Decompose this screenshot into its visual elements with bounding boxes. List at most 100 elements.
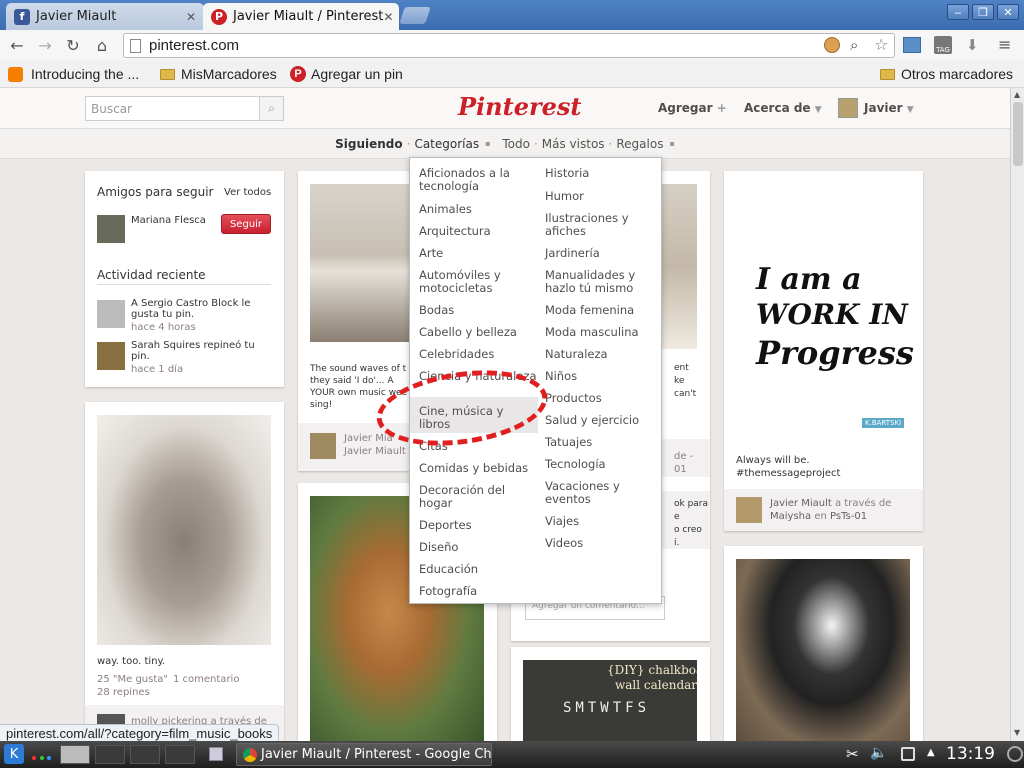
- category-item[interactable]: Celebridades: [419, 348, 537, 361]
- clock[interactable]: 13:19: [946, 744, 995, 764]
- category-item[interactable]: Tecnología: [545, 458, 663, 471]
- search-icon[interactable]: ⌕: [259, 96, 284, 121]
- category-item[interactable]: Arquitectura: [419, 225, 537, 238]
- category-item[interactable]: Diseño: [419, 541, 537, 554]
- pin-image[interactable]: I am a WORK IN Progress K.BARTSKI: [736, 184, 914, 456]
- search-input[interactable]: Buscar: [85, 96, 260, 121]
- nav-gifts[interactable]: Regalos: [616, 137, 663, 151]
- bookmark-introducing[interactable]: Introducing the ...: [8, 64, 139, 84]
- power-icon[interactable]: [1007, 746, 1023, 762]
- category-item[interactable]: Fotografía: [419, 585, 537, 598]
- category-item[interactable]: Naturaleza: [545, 348, 663, 361]
- download-extension-icon[interactable]: ⬇: [966, 36, 979, 54]
- board-name[interactable]: PsTs-01: [830, 511, 867, 522]
- pin-likes[interactable]: 25 "Me gusta": [97, 674, 168, 685]
- activity-thumbnail[interactable]: [97, 300, 125, 328]
- see-all-link[interactable]: Ver todos: [224, 187, 271, 198]
- category-item[interactable]: Videos: [545, 537, 663, 550]
- pin-card[interactable]: I am a WORK IN Progress K.BARTSKI Always…: [724, 171, 923, 531]
- scissors-icon[interactable]: ✂: [846, 745, 859, 763]
- vertical-scrollbar[interactable]: ▲ ▼: [1010, 88, 1024, 741]
- home-icon[interactable]: ⌂: [91, 35, 113, 55]
- pin-card[interactable]: [724, 546, 923, 741]
- category-item[interactable]: Historia: [545, 167, 663, 180]
- desktop-1[interactable]: [60, 745, 90, 764]
- minimize-button[interactable]: ‒: [947, 4, 969, 20]
- category-item[interactable]: Moda femenina: [545, 304, 663, 317]
- pinner-avatar[interactable]: [310, 433, 336, 459]
- category-item[interactable]: Viajes: [545, 515, 663, 528]
- nav-popular[interactable]: Más vistos: [542, 137, 605, 151]
- nav-all[interactable]: Todo: [502, 137, 530, 151]
- forward-icon[interactable]: →: [34, 35, 56, 55]
- avatar[interactable]: [838, 98, 858, 118]
- new-tab-button[interactable]: [399, 7, 431, 24]
- friend-name[interactable]: Mariana Flesca: [131, 215, 206, 226]
- reload-icon[interactable]: ↻: [62, 35, 84, 55]
- user-menu[interactable]: Javier ▼: [864, 101, 914, 115]
- close-window-button[interactable]: ✕: [997, 4, 1019, 20]
- taskbar-chrome-window[interactable]: Javier Miault / Pinterest - Google Chro: [236, 743, 492, 766]
- desktop-3[interactable]: [130, 745, 160, 764]
- bookmark-folder-mismarcadores[interactable]: MisMarcadores: [160, 64, 277, 84]
- friend-avatar[interactable]: [97, 215, 125, 243]
- activity-thumbnail[interactable]: [97, 342, 125, 370]
- pin-image[interactable]: [97, 415, 271, 645]
- cookie-blocked-icon[interactable]: [824, 37, 840, 53]
- calendar-widget-icon[interactable]: [209, 747, 223, 761]
- pin-repins[interactable]: 28 repines: [97, 687, 150, 698]
- about-menu[interactable]: Acerca de ▼: [744, 101, 822, 115]
- menu-icon[interactable]: ≡: [998, 35, 1011, 54]
- category-item[interactable]: Educación: [419, 563, 537, 576]
- source-name[interactable]: Maiysha: [770, 511, 811, 522]
- scroll-up-icon[interactable]: ▲: [1014, 90, 1020, 99]
- device-icon[interactable]: [901, 747, 915, 761]
- desktop-2[interactable]: [95, 745, 125, 764]
- pin-card[interactable]: way. too. tiny. 25 "Me gusta" 1 comentar…: [85, 402, 284, 741]
- category-item[interactable]: Aficionados a la tecnología: [419, 167, 537, 193]
- nav-following[interactable]: Siguiendo: [335, 137, 403, 151]
- bookmark-folder-otros[interactable]: Otros marcadores: [880, 64, 1013, 84]
- category-item[interactable]: Decoración del hogar: [419, 484, 537, 510]
- pinner-name[interactable]: Javier Miault: [344, 446, 406, 457]
- desktop-4[interactable]: [165, 745, 195, 764]
- bookmark-agregar-pin[interactable]: P Agregar un pin: [290, 64, 403, 84]
- follow-button[interactable]: Seguir: [221, 214, 271, 234]
- zoom-icon[interactable]: ⌕: [850, 36, 858, 54]
- kde-menu-icon[interactable]: K: [4, 744, 24, 764]
- category-item[interactable]: Arte: [419, 247, 537, 260]
- category-item[interactable]: Deportes: [419, 519, 537, 532]
- category-item[interactable]: Niños: [545, 370, 663, 383]
- maximize-button[interactable]: ❐: [972, 4, 994, 20]
- scrollbar-thumb[interactable]: [1013, 102, 1023, 166]
- pin-image[interactable]: {DIY} chalkboard wall calendar SMTWTFS: [523, 660, 697, 741]
- activity-text[interactable]: Sarah Squires repineó tu pin.: [131, 340, 271, 362]
- category-item[interactable]: Ilustraciones y afiches: [545, 212, 663, 238]
- category-item[interactable]: Manualidades y hazlo tú mismo: [545, 269, 663, 295]
- tag-extension-icon[interactable]: TAG: [934, 36, 952, 54]
- add-menu[interactable]: Agregar +: [658, 101, 727, 115]
- extension-image-icon[interactable]: [903, 37, 921, 53]
- back-icon[interactable]: ←: [6, 35, 28, 55]
- close-tab-icon[interactable]: ✕: [383, 10, 393, 24]
- activity-text[interactable]: A Sergio Castro Block le gusta tu pin.: [131, 298, 271, 320]
- address-bar[interactable]: pinterest.com ⌕ ☆: [123, 33, 895, 58]
- category-item[interactable]: Comidas y bebidas: [419, 462, 537, 475]
- volume-icon[interactable]: 🔈: [870, 745, 887, 761]
- category-item[interactable]: Jardinería: [545, 247, 663, 260]
- pinner-name[interactable]: Javier Miault: [770, 498, 832, 509]
- pinner-avatar[interactable]: [736, 497, 762, 523]
- pin-image[interactable]: [736, 559, 910, 741]
- category-item[interactable]: Moda masculina: [545, 326, 663, 339]
- pin-card[interactable]: {DIY} chalkboard wall calendar SMTWTFS: [511, 647, 710, 741]
- bookmark-star-icon[interactable]: ☆: [874, 35, 888, 54]
- category-item[interactable]: Salud y ejercicio: [545, 414, 663, 427]
- category-item[interactable]: Bodas: [419, 304, 537, 317]
- category-item[interactable]: Vacaciones y eventos: [545, 480, 663, 506]
- category-item[interactable]: Productos: [545, 392, 663, 405]
- tray-expand-icon[interactable]: ▲: [927, 747, 935, 758]
- category-item[interactable]: Tatuajes: [545, 436, 663, 449]
- activities-icon[interactable]: [32, 750, 52, 760]
- nav-categories[interactable]: Categorías: [414, 137, 479, 151]
- category-item[interactable]: Automóviles y motocicletas: [419, 269, 537, 295]
